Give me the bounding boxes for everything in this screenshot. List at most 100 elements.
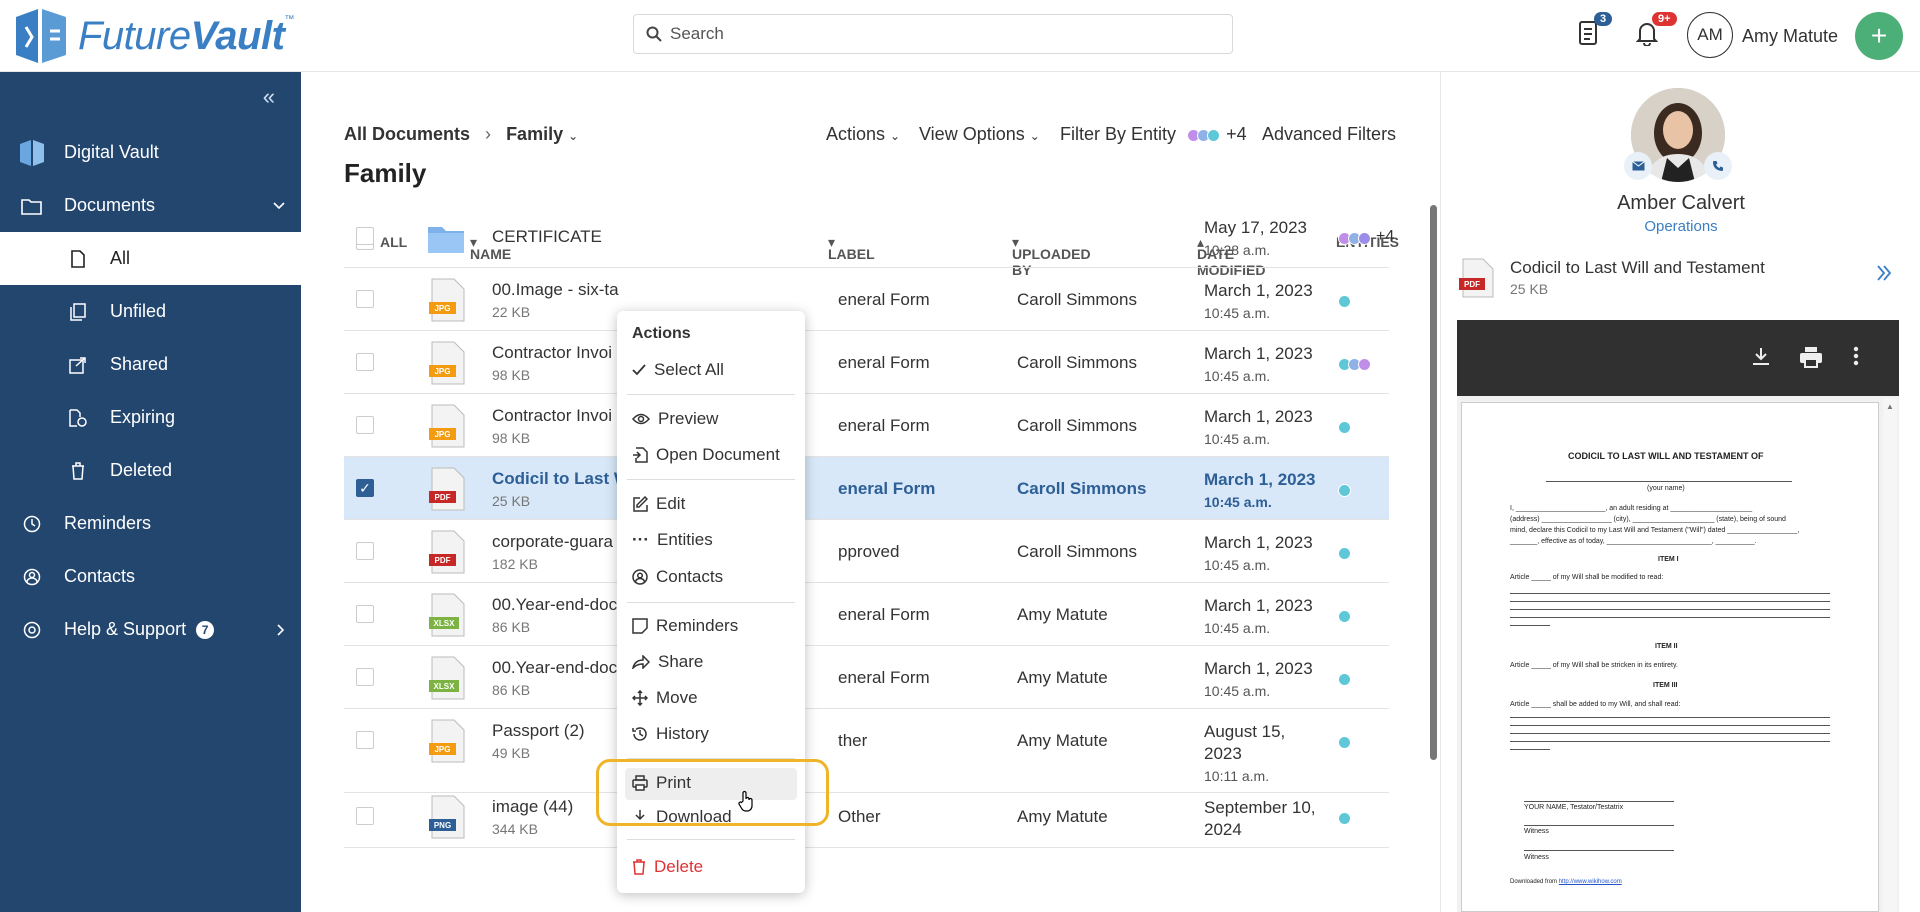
sidebar-item-all[interactable]: All [0, 232, 301, 285]
collapse-sidebar-icon[interactable]: « [263, 84, 275, 110]
row-checkbox[interactable] [356, 807, 374, 825]
sidebar-item-documents[interactable]: Documents [0, 179, 301, 232]
menu-select-all[interactable]: Select All [632, 360, 724, 380]
lifebuoy-icon [23, 621, 41, 638]
jpg-file-icon: JPG [429, 278, 465, 322]
sidebar-item-unfiled[interactable]: Unfiled [0, 285, 301, 338]
email-contact-button[interactable] [1624, 152, 1652, 180]
menu-entities[interactable]: ··· Entities [632, 530, 713, 550]
menu-move[interactable]: Move [632, 688, 698, 708]
more-vertical-icon[interactable] [1853, 346, 1859, 366]
svg-text:PDF: PDF [435, 493, 451, 502]
row-checkbox[interactable] [356, 731, 374, 749]
double-chevron-right-icon[interactable] [1876, 264, 1892, 282]
view-options-dropdown[interactable]: View Options ⌄ [919, 124, 1040, 145]
row-checkbox[interactable] [356, 668, 374, 686]
menu-divider [627, 394, 795, 395]
sidebar-item-help-support[interactable]: Help & Support 7 [0, 603, 301, 656]
row-checkbox[interactable]: ✓ [356, 479, 374, 497]
sidebar-item-deleted[interactable]: Deleted [0, 444, 301, 497]
search-input[interactable]: Search [633, 14, 1233, 54]
breadcrumb-family[interactable]: Family [506, 124, 563, 144]
table-row[interactable]: JPG 00.Image - six-ta 22 KB eneral Form … [344, 268, 1389, 331]
table-row[interactable]: XLSX 00.Year-end-doc 86 KB eneral Form A… [344, 583, 1389, 646]
menu-share[interactable]: Share [632, 652, 703, 672]
sidebar-item-contacts[interactable]: Contacts [0, 550, 301, 603]
chevron-right-icon [277, 623, 285, 636]
table-row[interactable]: PNG image (44) 344 KB Other Amy Matute S… [344, 785, 1389, 848]
menu-edit[interactable]: Edit [632, 494, 685, 514]
main-scrollbar[interactable] [1430, 205, 1437, 760]
pdf-line [1546, 481, 1792, 482]
user-name[interactable]: Amy Matute [1742, 26, 1838, 47]
sidebar-item-label: All [110, 248, 131, 268]
logo[interactable]: FutureVault™ [12, 6, 294, 66]
sidebar-item-expiring[interactable]: Expiring [0, 391, 301, 444]
table-row[interactable]: JPG Passport (2) 49 KB ther Amy Matute A… [344, 709, 1389, 793]
add-button[interactable]: + [1855, 12, 1903, 60]
menu-open-document[interactable]: Open Document [632, 445, 780, 465]
file-name[interactable]: 00.Year-end-doc [492, 658, 617, 678]
pdf-line [1510, 741, 1830, 742]
row-checkbox[interactable] [356, 353, 374, 371]
row-checkbox[interactable] [356, 416, 374, 434]
filter-by-entity[interactable]: Filter By Entity +4 [1060, 124, 1247, 145]
sidebar-item-digital-vault[interactable]: Digital Vault [0, 126, 301, 179]
envelope-icon [1631, 161, 1645, 171]
pdf-download-link[interactable]: http://www.wikihow.com [1559, 879, 1622, 885]
file-date-modified: March 1, 2023 10:45 a.m. [1204, 470, 1316, 510]
advanced-filters-link[interactable]: Advanced Filters [1262, 124, 1396, 145]
svg-text:JPG: JPG [434, 367, 450, 376]
file-name[interactable]: 00.Image - six-ta [492, 280, 619, 300]
row-checkbox[interactable] [356, 605, 374, 623]
file-name[interactable]: Passport (2) [492, 721, 585, 741]
download-icon[interactable] [1751, 346, 1771, 366]
edit-icon [633, 496, 648, 512]
pdf-intro-2: (address) __________________ (city), ___… [1510, 516, 1786, 523]
table-row[interactable]: XLSX 00.Year-end-doc 86 KB eneral Form A… [344, 646, 1389, 709]
document-detail-panel: Amber Calvert Operations PDF Codicil to … [1440, 72, 1920, 912]
menu-delete[interactable]: Delete [632, 857, 703, 877]
sidebar-item-label: Documents [64, 195, 156, 215]
sidebar-item-shared[interactable]: Shared [0, 338, 301, 391]
table-row[interactable]: PDF corporate-guara 182 KB pproved Carol… [344, 520, 1389, 583]
menu-history[interactable]: History [632, 724, 709, 744]
sidebar-item-label: Digital Vault [64, 142, 159, 162]
top-bar: FutureVault™ Search 3 9+ AM Amy Matute + [0, 0, 1920, 72]
notifications-button[interactable]: 9+ [1635, 12, 1677, 51]
pdf-line [1510, 593, 1830, 594]
file-name[interactable]: Codicil to Last W [492, 469, 630, 489]
file-name[interactable]: 00.Year-end-doc [492, 595, 617, 615]
sidebar-item-reminders[interactable]: Reminders [0, 497, 301, 550]
pdf-intro-4: _______, effective as of today, ________… [1510, 538, 1757, 545]
documents-button[interactable]: 3 [1578, 12, 1613, 51]
row-checkbox[interactable] [356, 542, 374, 560]
file-size: 182 KB [492, 556, 538, 572]
eye-icon [632, 413, 650, 425]
file-label: pproved [838, 542, 900, 561]
file-name[interactable]: Contractor Invoi [492, 406, 612, 426]
table-row[interactable]: ✓ PDF Codicil to Last W 25 KB eneral For… [344, 457, 1389, 520]
row-checkbox[interactable] [356, 290, 374, 308]
pdf-scrollbar[interactable]: ▲ [1883, 398, 1897, 912]
file-size: 86 KB [492, 682, 531, 698]
printer-icon[interactable] [1799, 346, 1823, 368]
menu-preview[interactable]: Preview [632, 409, 718, 429]
pdf-item-1: ITEM I [1658, 556, 1679, 563]
phone-contact-button[interactable] [1704, 152, 1732, 180]
breadcrumb-all-documents[interactable]: All Documents [344, 124, 470, 144]
menu-reminders[interactable]: Reminders [632, 616, 738, 636]
file-size: 22 KB [492, 304, 531, 320]
table-row[interactable]: CERTIFICATE May 17, 2023 10:28 a.m. +4 [344, 205, 1394, 268]
file-name[interactable]: image (44) [492, 797, 573, 817]
row-checkbox[interactable] [356, 227, 374, 245]
file-name[interactable]: CERTIFICATE [492, 227, 602, 247]
file-name[interactable]: Contractor Invoi [492, 343, 612, 363]
table-row[interactable]: JPG Contractor Invoi 98 KB eneral Form C… [344, 331, 1389, 394]
file-date-modified: March 1, 2023 10:45 a.m. [1204, 281, 1313, 321]
actions-dropdown[interactable]: Actions ⌄ [826, 124, 900, 145]
file-name[interactable]: corporate-guara [492, 532, 613, 552]
table-row[interactable]: JPG Contractor Invoi 98 KB eneral Form C… [344, 394, 1389, 457]
user-avatar[interactable]: AM [1687, 12, 1733, 58]
menu-contacts[interactable]: Contacts [632, 567, 723, 587]
